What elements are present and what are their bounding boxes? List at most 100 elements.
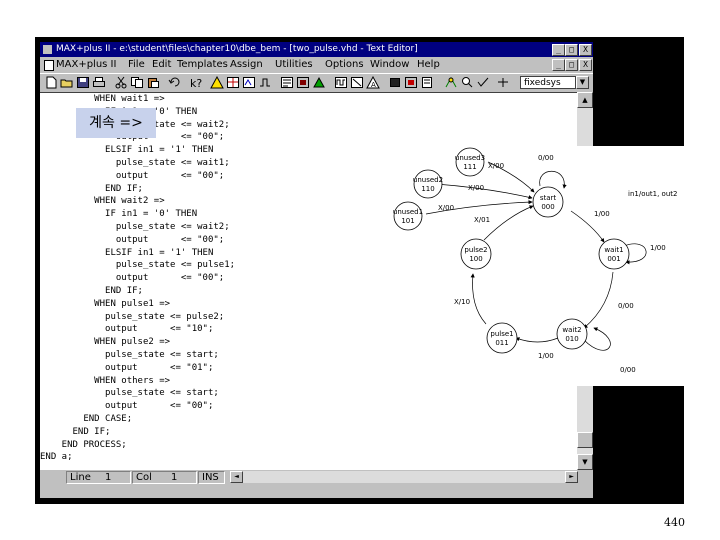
scroll-right-button[interactable]: ► xyxy=(565,471,578,483)
menu-window[interactable]: Window xyxy=(370,57,409,72)
code-line[interactable]: IF in1 = '0' THEN xyxy=(40,208,235,221)
svg-text:110: 110 xyxy=(421,185,434,193)
code-line[interactable]: END IF; xyxy=(40,183,235,196)
font-select[interactable]: fixedsys xyxy=(520,76,576,89)
label-start-wait1: 1/00 xyxy=(594,210,610,218)
font-select-arrow[interactable]: ▼ xyxy=(576,76,589,89)
scroll-left-button[interactable]: ◄ xyxy=(230,471,243,483)
code-line[interactable]: pulse_state <= start; xyxy=(40,387,235,400)
code-line[interactable]: output <= "00"; xyxy=(40,272,235,285)
code-line[interactable]: pulse_state <= start; xyxy=(40,349,235,362)
code-line[interactable]: WHEN wait2 => xyxy=(40,195,235,208)
print-icon[interactable] xyxy=(92,76,106,89)
copy-icon[interactable] xyxy=(130,76,144,89)
code-line[interactable]: pulse_state <= wait1; xyxy=(40,157,235,170)
restore-button[interactable]: □ xyxy=(565,44,578,56)
menu-options[interactable]: Options xyxy=(325,57,364,72)
menu-maxplus[interactable]: MAX+plus II xyxy=(56,57,116,72)
code-line[interactable]: pulse_state <= pulse1; xyxy=(40,259,235,272)
simulator-icon[interactable] xyxy=(258,76,272,89)
horizontal-scrollbar[interactable]: ◄ ► xyxy=(230,471,578,483)
code-text[interactable]: WHEN wait1 => IF in1 = '0' THEN pulse_st… xyxy=(40,93,235,464)
code-line[interactable]: END a; xyxy=(40,451,235,464)
doc-restore-button[interactable]: □ xyxy=(565,59,578,71)
paste-icon[interactable] xyxy=(146,76,160,89)
save-icon[interactable] xyxy=(76,76,90,89)
status-bar: Line 1 Col 1 INS ◄ ► xyxy=(40,470,593,484)
tools-icon[interactable] xyxy=(444,76,458,89)
menu-help[interactable]: Help xyxy=(417,57,440,72)
chip-icon[interactable] xyxy=(388,76,402,89)
col-indicator: Col 1 xyxy=(132,471,197,484)
code-line[interactable]: ELSIF in1 = '1' THEN xyxy=(40,247,235,260)
menu-file[interactable]: File xyxy=(128,57,145,72)
code-line[interactable]: output <= "00"; xyxy=(40,400,235,413)
scroll-up-button[interactable]: ▲ xyxy=(577,92,593,108)
graphic-editor-icon[interactable] xyxy=(350,76,364,89)
svg-text:000: 000 xyxy=(541,203,554,211)
state-unused1: unused1 101 xyxy=(393,201,423,231)
code-line[interactable]: output <= "00"; xyxy=(40,234,235,247)
label-wait2-self: 0/00 xyxy=(620,366,636,374)
code-line[interactable]: WHEN wait1 => xyxy=(40,93,235,106)
label-wait2-pulse1: 1/00 xyxy=(538,352,554,360)
menu-assign[interactable]: Assign xyxy=(230,57,263,72)
code-line[interactable]: WHEN pulse1 => xyxy=(40,298,235,311)
scroll-down-button[interactable]: ▼ xyxy=(577,454,593,470)
cut-icon[interactable] xyxy=(114,76,128,89)
floorplan-icon[interactable] xyxy=(226,76,240,89)
timing-icon[interactable] xyxy=(280,76,294,89)
menu-bar: MAX+plus II File Edit Templates Assign U… xyxy=(40,57,593,72)
wave-icon[interactable] xyxy=(334,76,348,89)
compiler-icon[interactable] xyxy=(242,76,256,89)
title-bar[interactable]: MAX+plus II - e:\student\files\chapter10… xyxy=(40,42,593,57)
code-line[interactable]: END IF; xyxy=(40,285,235,298)
new-icon[interactable] xyxy=(44,76,58,89)
svg-text:pulse1: pulse1 xyxy=(490,330,513,338)
menu-edit[interactable]: Edit xyxy=(152,57,171,72)
code-line[interactable]: END CASE; xyxy=(40,413,235,426)
doc-minimize-button[interactable]: _ xyxy=(552,59,565,71)
code-line[interactable]: pulse_state <= wait2; xyxy=(40,221,235,234)
line-label: Line xyxy=(70,472,91,483)
label-wait1-self: 1/00 xyxy=(650,244,666,252)
menu-templates[interactable]: Templates xyxy=(177,57,228,72)
app-icon xyxy=(43,45,52,54)
arrange-icon[interactable] xyxy=(496,76,510,89)
code-line[interactable]: WHEN pulse2 => xyxy=(40,336,235,349)
code-line[interactable]: pulse_state <= pulse2; xyxy=(40,311,235,324)
state-start: start 000 xyxy=(532,186,564,218)
code-line[interactable]: output <= "01"; xyxy=(40,362,235,375)
symbol-editor-icon[interactable]: A xyxy=(366,76,380,89)
label-unused1-start: X/00 xyxy=(438,204,454,212)
code-line[interactable]: output <= "00"; xyxy=(40,170,235,183)
menu-utilities[interactable]: Utilities xyxy=(275,57,313,72)
code-line[interactable]: ELSIF in1 = '1' THEN xyxy=(40,144,235,157)
code-line[interactable]: END IF; xyxy=(40,426,235,439)
search-icon[interactable] xyxy=(460,76,474,89)
help-icon[interactable]: k? xyxy=(188,76,202,89)
undo-icon[interactable] xyxy=(168,76,182,89)
svg-text:010: 010 xyxy=(565,335,578,343)
device-icon[interactable] xyxy=(404,76,418,89)
open-icon[interactable] xyxy=(60,76,74,89)
programmer-icon[interactable] xyxy=(296,76,310,89)
doc-close-button[interactable]: X xyxy=(579,59,592,71)
svg-text:unused2: unused2 xyxy=(413,176,443,184)
code-line[interactable]: END PROCESS; xyxy=(40,439,235,452)
close-button[interactable]: X xyxy=(579,44,592,56)
check-icon[interactable] xyxy=(476,76,490,89)
document-icon[interactable] xyxy=(44,60,54,71)
report-icon[interactable] xyxy=(420,76,434,89)
hierarchy-icon[interactable] xyxy=(210,76,224,89)
scroll-thumb[interactable] xyxy=(577,432,593,448)
edge-pulse1-pulse2 xyxy=(470,273,487,325)
project-icon[interactable] xyxy=(312,76,326,89)
code-line[interactable]: WHEN others => xyxy=(40,375,235,388)
label-start-self: 0/00 xyxy=(538,154,554,162)
code-line[interactable]: output <= "10"; xyxy=(40,323,235,336)
insert-mode-text: INS xyxy=(202,472,219,483)
minimize-button[interactable]: _ xyxy=(552,44,565,56)
toolbar: k? A fixedsys ▼ xyxy=(40,73,593,93)
svg-text:k?: k? xyxy=(190,77,202,89)
